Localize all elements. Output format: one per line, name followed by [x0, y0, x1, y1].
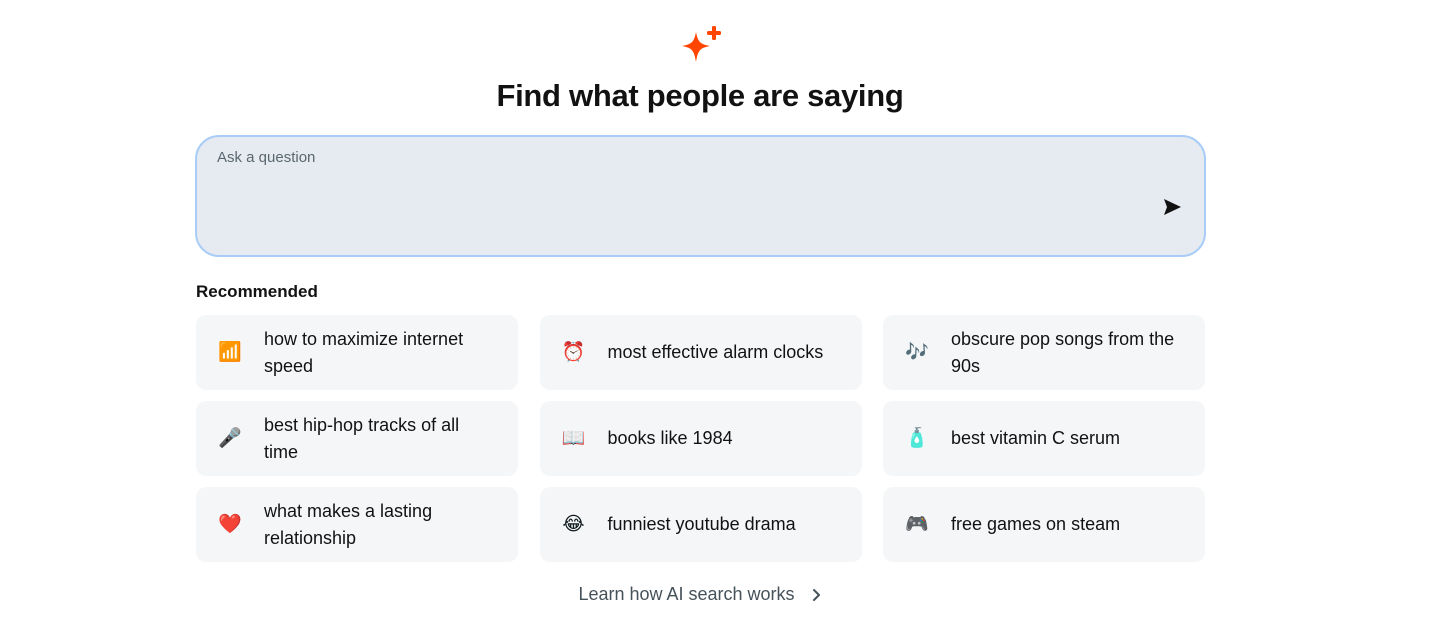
recommended-card[interactable]: ⏰ most effective alarm clocks [539, 315, 862, 390]
laughing-face-icon: 😂 [562, 513, 585, 535]
signal-bars-icon: 📶 [218, 341, 242, 363]
recommended-card-label: books like 1984 [607, 428, 733, 448]
recommended-card[interactable]: 📖 books like 1984 [539, 401, 862, 476]
recommended-card[interactable]: 🧴 best vitamin C serum [883, 401, 1205, 476]
learn-ai-search-link[interactable]: Learn how AI search works [0, 584, 1400, 605]
recommended-card[interactable]: 😂 funniest youtube drama [539, 487, 862, 562]
game-controller-icon: 🎮 [905, 513, 929, 535]
recommended-card-label: free games on steam [951, 514, 1121, 534]
recommended-grid: 📶 how to maximize internet speed ⏰ most … [196, 315, 1205, 562]
microphone-icon: 🎤 [218, 427, 242, 449]
recommended-card-label: best vitamin C serum [951, 428, 1121, 448]
recommended-card-label: how to maximize internet speed [264, 328, 464, 376]
open-book-icon: 📖 [561, 427, 586, 449]
question-input[interactable] [217, 149, 1137, 245]
send-icon [1164, 199, 1181, 215]
page-title: Find what people are saying [496, 78, 904, 113]
recommended-card-label: what makes a lasting relationship [264, 500, 433, 548]
lotion-bottle-icon: 🧴 [905, 427, 929, 449]
learn-ai-search-label: Learn how AI search works [578, 584, 795, 604]
alarm-clock-icon: ⏰ [561, 341, 586, 363]
music-notes-icon: 🎶 [905, 341, 929, 363]
recommended-card[interactable]: 🎤 best hip-hop tracks of all time [196, 401, 518, 476]
recommended-card[interactable]: 📶 how to maximize internet speed [196, 315, 518, 390]
recommended-card[interactable]: 🎶 obscure pop songs from the 90s [883, 315, 1205, 390]
recommended-card-label: most effective alarm clocks [607, 342, 824, 362]
ai-search-page: Find what people are saying Recommended … [0, 0, 1456, 627]
recommended-card[interactable]: ❤️ what makes a lasting relationship [196, 487, 518, 562]
send-button[interactable] [1160, 195, 1184, 219]
recommended-card[interactable]: 🎮 free games on steam [883, 487, 1205, 562]
chevron-right-icon [812, 589, 820, 602]
recommended-card-label: best hip-hop tracks of all time [264, 414, 460, 462]
sparkle-icon [682, 26, 721, 62]
question-box[interactable] [195, 135, 1206, 257]
recommended-card-label: funniest youtube drama [607, 514, 796, 534]
recommended-card-label: obscure pop songs from the 90s [951, 328, 1175, 376]
heart-icon: ❤️ [218, 513, 242, 535]
recommended-heading: Recommended [196, 282, 318, 301]
